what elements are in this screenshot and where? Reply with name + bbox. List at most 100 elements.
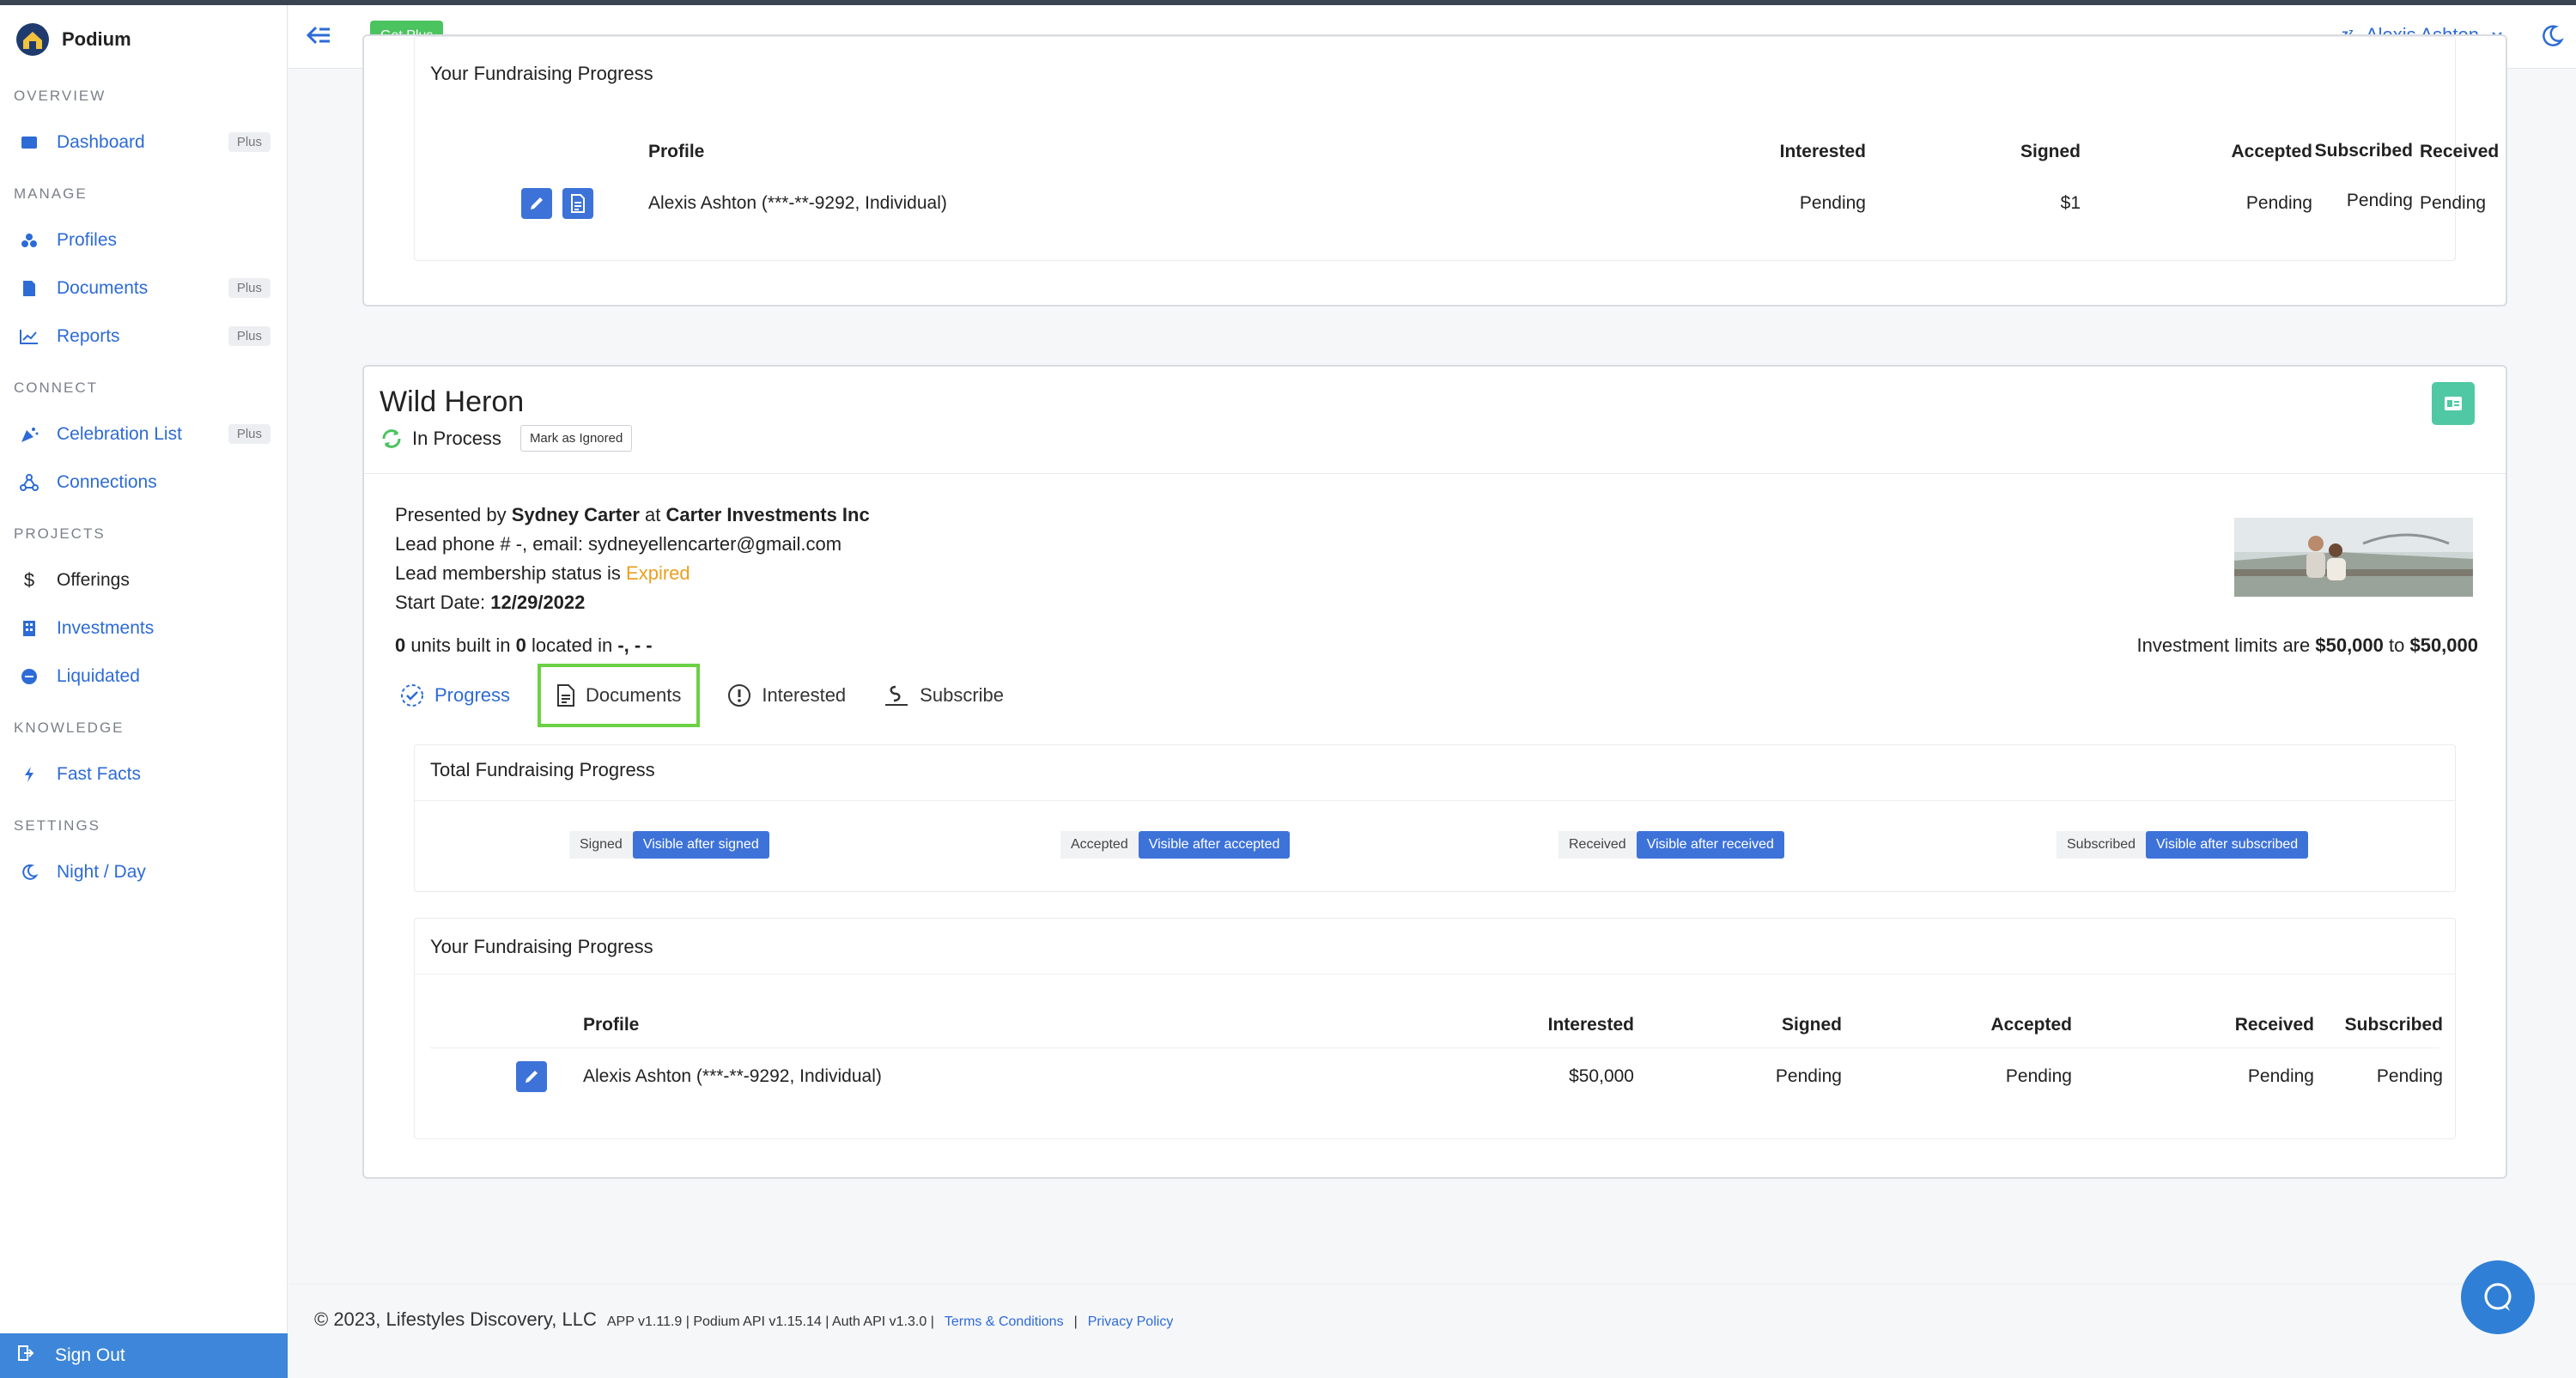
sidebar-item-documents[interactable]: Documents Plus	[17, 271, 279, 306]
col-signed: Signed	[1781, 1015, 1842, 1035]
tab-subscribe[interactable]: Subscribe	[868, 667, 1019, 724]
sidebar-item-dashboard[interactable]: Dashboard Plus	[17, 125, 279, 160]
tab-label: Subscribe	[920, 684, 1005, 706]
location: -, - -	[617, 634, 653, 656]
plus-badge: Plus	[228, 326, 270, 346]
col-accepted: Accepted	[1990, 1015, 2072, 1035]
signed-cell: $1	[2060, 193, 2081, 213]
section-connect: CONNECT	[14, 379, 99, 396]
start-date: 12/29/2022	[490, 592, 586, 613]
built-count: 0	[515, 634, 526, 656]
units-line: 0 units built in 0 located in -, - -	[395, 634, 653, 657]
limit-to: to	[2383, 634, 2410, 656]
sidebar-item-fast-facts[interactable]: Fast Facts	[17, 757, 279, 792]
col-profile: Profile	[648, 142, 705, 161]
subscribed-visibility: Subscribed Visible after subscribed	[2057, 831, 2309, 859]
limit-max: $50,000	[2409, 634, 2478, 656]
pill-value: Visible after accepted	[1138, 831, 1291, 859]
collapse-sidebar-icon[interactable]	[304, 22, 335, 48]
bolt-icon	[17, 766, 41, 783]
sidebar-item-label: Night / Day	[57, 862, 146, 882]
sidebar-item-label: Celebration List	[57, 424, 182, 444]
your-fundraising-panel: Your Fundraising Progress Profile Intere…	[414, 918, 2456, 1139]
sidebar-item-profiles[interactable]: Profiles	[17, 223, 279, 258]
received-visibility: Received Visible after received	[1558, 831, 1784, 859]
offering-card-button[interactable]	[2432, 382, 2475, 425]
edit-button[interactable]	[521, 188, 552, 219]
exclamation-circle-icon	[728, 684, 751, 707]
view-document-button[interactable]	[562, 188, 593, 219]
sidebar-item-liquidated[interactable]: Liquidated	[17, 659, 279, 694]
panel-title: Total Fundraising Progress	[430, 759, 655, 780]
sidebar-item-connections[interactable]: Connections	[17, 465, 279, 500]
section-settings: SETTINGS	[14, 817, 101, 834]
units-mid: units built in	[405, 634, 516, 656]
pill-key: Subscribed	[2057, 831, 2147, 859]
terms-link[interactable]: Terms & Conditions	[945, 1314, 1064, 1330]
versions: APP v1.11.9 | Podium API v1.15.14 | Auth…	[606, 1314, 934, 1329]
sidebar-item-label: Fast Facts	[57, 764, 142, 784]
offering-card: Wild Heron In Process Mark as Ignored Pr…	[362, 365, 2507, 1179]
tab-progress[interactable]: Progress	[385, 667, 526, 724]
tab-documents[interactable]: Documents	[538, 664, 701, 727]
sign-out-button[interactable]: Sign Out	[0, 1333, 288, 1378]
section-knowledge: KNOWLEDGE	[14, 719, 125, 736]
pill-key: Accepted	[1060, 831, 1139, 859]
theme-toggle-icon[interactable]	[2540, 24, 2564, 48]
subscribed-cell: Pending	[2346, 191, 2413, 210]
pill-key: Signed	[569, 831, 633, 859]
col-interested: Interested	[1779, 142, 1866, 161]
status-label: In Process	[412, 427, 501, 449]
offering-photo	[2234, 518, 2473, 597]
start-prefix: Start Date:	[395, 592, 491, 613]
investment-limits-line: Investment limits are $50,000 to $50,000	[2137, 634, 2478, 657]
sidebar-item-investments[interactable]: Investments	[17, 611, 279, 646]
membership-line: Lead membership status is Expired	[395, 562, 690, 585]
separator: |	[1073, 1314, 1078, 1329]
chat-launcher-button[interactable]	[2461, 1260, 2535, 1334]
footer: © 2023, Lifestyles Discovery, LLC APP v1…	[289, 1284, 2576, 1378]
plus-badge: Plus	[228, 424, 270, 444]
chart-line-icon	[17, 329, 41, 344]
start-date-line: Start Date: 12/29/2022	[395, 592, 585, 614]
accepted-visibility: Accepted Visible after accepted	[1060, 831, 1291, 859]
interested-cell: $50,000	[1569, 1066, 1634, 1086]
pill-value: Visible after signed	[632, 831, 769, 859]
connections-icon	[17, 474, 41, 491]
pill-value: Visible after received	[1636, 831, 1784, 859]
tab-interested[interactable]: Interested	[712, 667, 861, 724]
interested-cell: Pending	[1799, 193, 1866, 213]
edit-button[interactable]	[516, 1061, 547, 1092]
presenter-name: Sydney Carter	[511, 504, 640, 525]
profile-cell: Alexis Ashton (***-**-9292, Individual)	[583, 1066, 882, 1086]
mark-as-ignored-button[interactable]: Mark as Ignored	[519, 425, 633, 452]
located-text: located in	[526, 634, 618, 656]
document-icon	[17, 280, 41, 297]
col-subscribed: Subscribed	[2344, 1015, 2443, 1035]
privacy-link[interactable]: Privacy Policy	[1088, 1314, 1174, 1330]
membership-status: Expired	[626, 562, 690, 584]
sidebar-item-night-day[interactable]: Night / Day	[17, 855, 279, 889]
sidebar-item-celebration-list[interactable]: Celebration List Plus	[17, 417, 279, 452]
col-interested: Interested	[1547, 1015, 1634, 1035]
sidebar-item-label: Reports	[57, 326, 120, 346]
building-icon	[17, 620, 41, 637]
presented-line: Presented by Sydney Carter at Carter Inv…	[395, 504, 870, 526]
tab-label: Progress	[434, 684, 511, 706]
presented-prefix: Presented by	[395, 504, 512, 525]
section-overview: OVERVIEW	[14, 88, 106, 104]
sidebar-item-label: Offerings	[57, 570, 130, 590]
company-name: Carter Investments Inc	[665, 504, 870, 525]
section-manage: MANAGE	[14, 185, 88, 202]
signed-cell: Pending	[1775, 1066, 1842, 1086]
phone-prefix: Lead phone # -, email:	[395, 533, 589, 555]
pencil-icon	[531, 197, 543, 209]
brand[interactable]: Podium	[15, 21, 131, 58]
sidebar-item-label: Profiles	[57, 230, 118, 250]
units-count: 0	[395, 634, 406, 656]
sidebar-item-offerings[interactable]: $ Offerings	[17, 563, 279, 598]
pill-value: Visible after subscribed	[2146, 831, 2309, 859]
sidebar-item-reports[interactable]: Reports Plus	[17, 319, 279, 354]
col-signed: Signed	[2020, 142, 2081, 161]
previous-offering-card: Your Fundraising Progress Profile Intere…	[362, 34, 2507, 307]
